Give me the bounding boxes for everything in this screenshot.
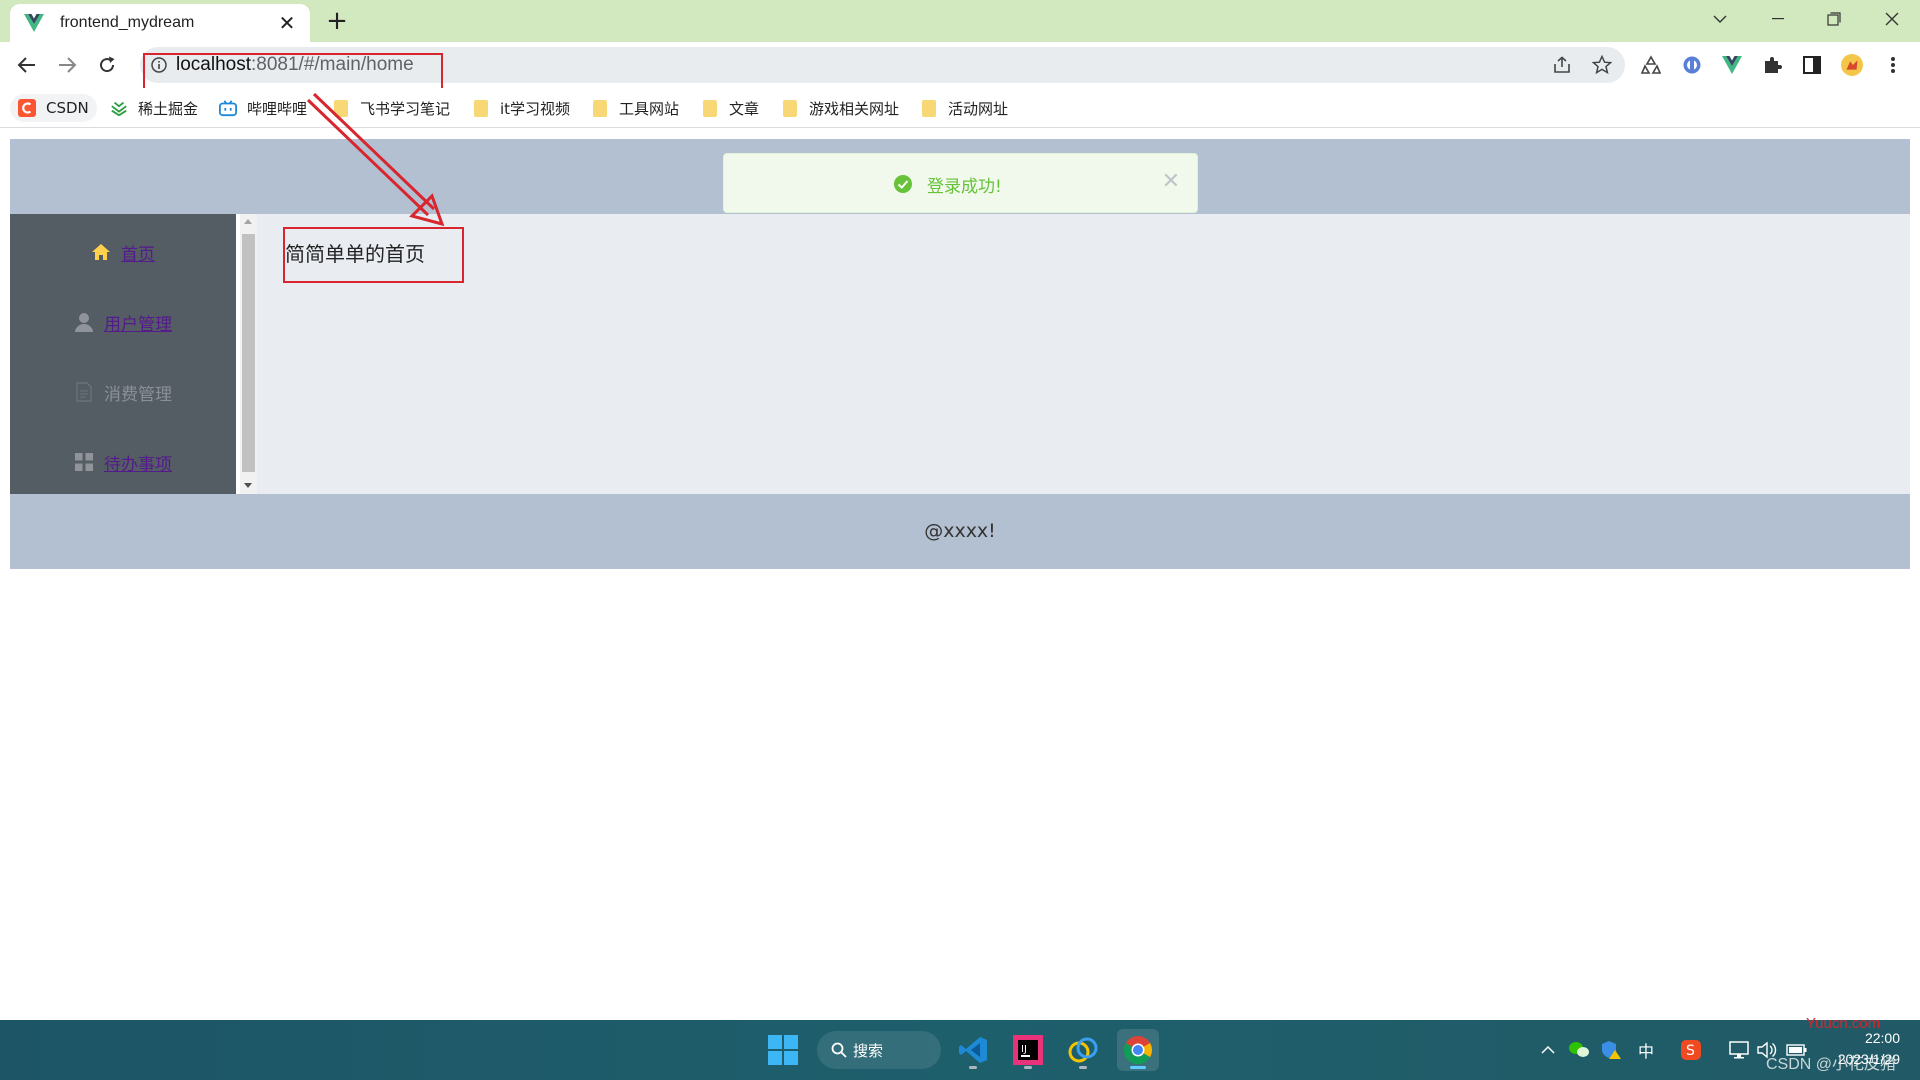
folder-icon — [591, 99, 609, 117]
tab-search-chevron-icon[interactable] — [1692, 0, 1748, 38]
chart-app-taskbar-icon[interactable] — [1062, 1029, 1104, 1071]
sidebar-item-todo[interactable]: 待办事项 — [10, 434, 236, 490]
translate-extension-icon[interactable] — [1681, 54, 1703, 76]
restore-icon[interactable] — [1806, 0, 1862, 38]
vue-logo-icon — [24, 13, 46, 33]
chrome-taskbar-icon[interactable] — [1117, 1029, 1159, 1071]
watermark-yuucn: Yuucn.com — [1806, 1015, 1881, 1032]
bookmark-juejin[interactable]: 稀土掘金 — [110, 94, 198, 122]
bookmark-label: 工具网站 — [619, 99, 680, 118]
wechat-tray-icon[interactable] — [1568, 1038, 1590, 1062]
tab-close-icon[interactable]: ✕ — [276, 11, 298, 35]
browser-menu-icon[interactable] — [1882, 54, 1904, 76]
taskbar-search-label: 搜索 — [853, 1041, 884, 1060]
browser-tab[interactable]: frontend_mydream ✕ — [10, 4, 310, 42]
sidebar-item-label: 消费管理 — [104, 384, 172, 405]
intellij-taskbar-icon[interactable]: IJ — [1007, 1029, 1049, 1071]
user-icon — [74, 312, 94, 332]
vue-devtools-icon[interactable] — [1721, 54, 1743, 76]
bookmark-folder-games[interactable]: 游戏相关网址 — [781, 94, 899, 122]
folder-icon — [472, 99, 490, 117]
tab-title: frontend_mydream — [60, 14, 195, 31]
check-circle-icon — [894, 175, 912, 193]
bookmark-folder-articles[interactable]: 文章 — [701, 94, 759, 122]
bookmark-label: 飞书学习笔记 — [360, 99, 451, 118]
footer-text: @xxxx! — [924, 520, 996, 542]
tray-overflow-chevron-icon[interactable] — [1538, 1038, 1558, 1062]
share-icon[interactable] — [1552, 55, 1572, 75]
windows-logo-icon — [768, 1035, 798, 1065]
search-icon — [831, 1042, 847, 1058]
security-tray-icon[interactable] — [1600, 1038, 1622, 1062]
bookmark-label: 哔哩哔哩 — [247, 99, 308, 118]
browser-toolbar: localhost:8081/#/main/home — [0, 42, 1920, 92]
home-icon — [91, 242, 111, 262]
sogou-tray-icon[interactable]: S — [1680, 1038, 1702, 1062]
scroll-thumb[interactable] — [242, 234, 255, 472]
bookmark-label: CSDN — [46, 99, 89, 117]
toast-message: 登录成功! — [927, 177, 1002, 197]
folder-icon — [332, 99, 350, 117]
bilibili-icon — [219, 99, 237, 117]
reload-icon[interactable] — [92, 50, 122, 80]
side-panel-icon[interactable] — [1801, 54, 1823, 76]
folder-icon — [701, 99, 719, 117]
bookmark-label: 游戏相关网址 — [809, 99, 900, 118]
scroll-down-arrow-icon[interactable] — [244, 483, 252, 488]
bookmark-folder-it-video[interactable]: it学习视频 — [472, 94, 570, 122]
bookmark-csdn[interactable]: CSDN — [10, 94, 97, 122]
sidebar-item-label[interactable]: 用户管理 — [104, 310, 172, 335]
bookmark-label: 活动网址 — [948, 99, 1009, 118]
windows-taskbar: 搜索 IJ 中 S — [0, 1020, 1920, 1080]
extensions-puzzle-icon[interactable] — [1761, 54, 1783, 76]
bookmark-folder-events[interactable]: 活动网址 — [920, 94, 1008, 122]
taskbar-search[interactable]: 搜索 — [817, 1031, 941, 1069]
sidebar-item-label[interactable]: 待办事项 — [104, 450, 172, 475]
sidebar-item-home[interactable]: 首页 — [10, 224, 236, 280]
sidebar-menu: 首页 用户管理 消费管理 待办事项 — [10, 214, 236, 494]
recycle-extension-icon[interactable] — [1640, 54, 1662, 76]
home-text-annotation-box — [283, 227, 464, 283]
bookmark-star-icon[interactable] — [1591, 54, 1613, 75]
profile-avatar[interactable] — [1841, 54, 1863, 76]
success-toast: 登录成功! ✕ — [723, 153, 1198, 213]
folder-icon — [781, 99, 799, 117]
csdn-icon — [18, 99, 36, 117]
bookmark-label: 稀土掘金 — [138, 99, 199, 118]
toast-close-icon[interactable]: ✕ — [1160, 171, 1182, 193]
sidebar-item-consumption[interactable]: 消费管理 — [10, 364, 236, 420]
minimize-icon[interactable] — [1750, 0, 1806, 38]
url-annotation-box — [143, 53, 443, 92]
start-button[interactable] — [762, 1029, 804, 1071]
bookmark-label: 文章 — [729, 99, 760, 118]
folder-icon — [920, 99, 938, 117]
ime-indicator[interactable]: 中 — [1636, 1038, 1656, 1062]
sidebar-item-label[interactable]: 首页 — [121, 240, 155, 265]
back-arrow-icon[interactable] — [12, 50, 42, 80]
sidebar-item-users[interactable]: 用户管理 — [10, 294, 236, 350]
address-bar[interactable]: localhost:8081/#/main/home — [140, 47, 1625, 92]
new-tab-button[interactable]: + — [324, 6, 350, 36]
bookmark-folder-feishu[interactable]: 飞书学习笔记 — [332, 94, 450, 122]
svg-text:IJ: IJ — [1021, 1044, 1027, 1055]
bookmark-bilibili[interactable]: 哔哩哔哩 — [219, 94, 307, 122]
bookmarks-bar: CSDN 稀土掘金 哔哩哔哩 飞书学习笔记 it学习视频 工具网站 文章 游戏相… — [0, 88, 1920, 128]
watermark-csdn: CSDN @小花皮猪 — [1766, 1056, 1897, 1073]
grid-icon — [74, 452, 94, 472]
taskbar-clock-time[interactable]: 22:00 — [1858, 1030, 1900, 1046]
tab-strip: frontend_mydream ✕ + — [0, 0, 1920, 42]
main-content — [257, 214, 1910, 494]
bookmark-folder-tools[interactable]: 工具网站 — [591, 94, 679, 122]
forward-arrow-icon[interactable] — [52, 50, 82, 80]
app-footer: @xxxx! — [10, 494, 1910, 569]
bookmark-label: it学习视频 — [500, 99, 571, 118]
juejin-icon — [110, 99, 128, 117]
svg-text:S: S — [1686, 1043, 1695, 1059]
vscode-taskbar-icon[interactable] — [952, 1029, 994, 1071]
scroll-up-arrow-icon[interactable] — [244, 219, 252, 224]
network-tray-icon[interactable] — [1728, 1038, 1750, 1062]
sidebar-scrollbar[interactable] — [240, 214, 257, 494]
document-icon — [74, 382, 94, 402]
close-window-icon[interactable] — [1864, 0, 1920, 38]
